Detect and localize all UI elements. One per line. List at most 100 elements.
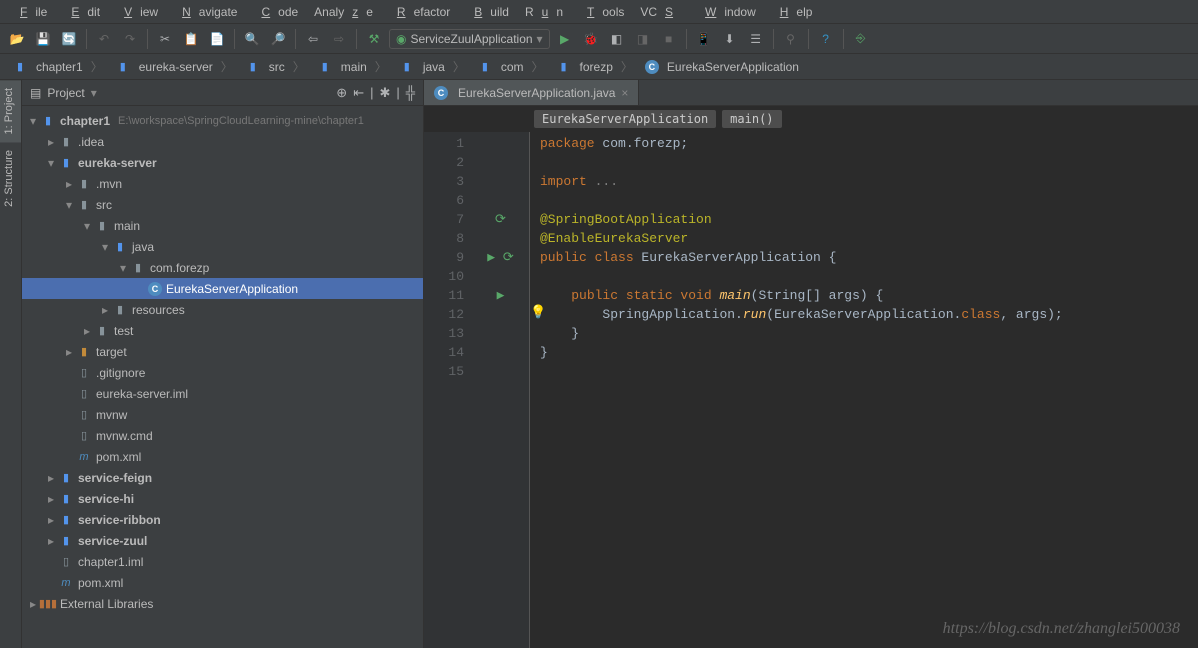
side-tab-structure[interactable]: 2: Structure [0,142,21,215]
menu-file[interactable]: File [4,3,55,21]
close-icon[interactable]: × [621,86,628,100]
tree-resources[interactable]: ▸▮resources [22,299,423,320]
replace-icon[interactable]: 🔎 [267,28,289,50]
find-icon[interactable]: 🔍 [241,28,263,50]
menu-run[interactable]: Run [517,3,571,21]
library-icon: ▮▮▮ [40,596,56,612]
module-icon: ▮ [58,512,74,528]
tree-mvnwcmd[interactable]: ▯mvnw.cmd [22,425,423,446]
code-area[interactable]: 1236789101112131415 ⟳ ▶ ⟳ ▶ package com.… [424,132,1198,648]
menu-build[interactable]: Build [458,3,517,21]
file-icon: ▯ [76,428,92,444]
copy-icon[interactable]: 📋 [180,28,202,50]
diagram-icon[interactable]: ⚲ [780,28,802,50]
menu-edit[interactable]: Edit [55,3,108,21]
tree-app-class[interactable]: CEurekaServerApplication [22,278,423,299]
back-icon[interactable]: ⇦ [302,28,324,50]
scroll-to-icon[interactable]: ⊕ [336,85,347,101]
tree-chapteriml[interactable]: ▯chapter1.iml [22,551,423,572]
separator: | [370,85,373,101]
build-icon[interactable]: ⚒ [363,28,385,50]
tree-ribbon[interactable]: ▸▮service-ribbon [22,509,423,530]
framework-icon[interactable]: ⎆ [850,28,872,50]
tree-test[interactable]: ▸▮test [22,320,423,341]
run-config-selector[interactable]: ◉ ServiceZuulApplication ▾ [389,29,550,49]
tab-eureka-app[interactable]: C EurekaServerApplication.java × [424,80,639,105]
run-gutter-icon[interactable]: ▶ ⟳ [472,248,529,267]
gear-icon[interactable]: ✱ [379,85,390,101]
separator [808,29,809,49]
help-icon[interactable]: ? [815,28,837,50]
crumb-com[interactable]: ▮com [471,56,550,77]
tree-idea[interactable]: ▸▮.idea [22,131,423,152]
open-icon[interactable]: 📂 [6,28,28,50]
paste-icon[interactable]: 📄 [206,28,228,50]
code-text[interactable]: package com.forezp; import ... @SpringBo… [530,132,1198,648]
tree-pom2[interactable]: mpom.xml [22,572,423,593]
menu-refactor[interactable]: Refactor [381,3,458,21]
menu-window[interactable]: Window [689,3,764,21]
run-gutter-icon[interactable]: ▶ [472,286,529,305]
sdk-icon[interactable]: ⬇ [719,28,741,50]
tree-main[interactable]: ▾▮main [22,215,423,236]
tree-mvn[interactable]: ▸▮.mvn [22,173,423,194]
separator [773,29,774,49]
crumb-eureka-server[interactable]: ▮eureka-server [109,56,239,77]
tree-feign[interactable]: ▸▮service-feign [22,467,423,488]
crumb-src[interactable]: ▮src [239,56,311,77]
forward-icon[interactable]: ⇨ [328,28,350,50]
menu-navigate[interactable]: Navigate [166,3,245,21]
profile-icon[interactable]: ◨ [632,28,654,50]
coverage-icon[interactable]: ◧ [606,28,628,50]
tree-pkg[interactable]: ▾▮com.forezp [22,257,423,278]
tree-pom1[interactable]: mpom.xml [22,446,423,467]
class-icon: C [148,282,162,296]
tree-hi[interactable]: ▸▮service-hi [22,488,423,509]
crumb-chapter1[interactable]: ▮chapter1 [6,56,109,77]
tree-root[interactable]: ▾▮chapter1E:\workspace\SpringCloudLearni… [22,110,423,131]
intention-bulb-icon[interactable]: 💡 [530,303,546,322]
sync-icon[interactable]: 🔄 [58,28,80,50]
tree-mvnw[interactable]: ▯mvnw [22,404,423,425]
undo-icon[interactable]: ↶ [93,28,115,50]
redo-icon[interactable]: ↷ [119,28,141,50]
structure-icon[interactable]: ☰ [745,28,767,50]
menu-help[interactable]: Help [764,3,821,21]
tree-eureka[interactable]: ▾▮eureka-server [22,152,423,173]
crumb-class[interactable]: EurekaServerApplication [534,110,716,128]
module-icon: ▮ [115,59,131,75]
crumb-forezp[interactable]: ▮forezp [550,56,639,77]
class-icon: C [434,86,448,100]
tree-java[interactable]: ▾▮java [22,236,423,257]
debug-icon[interactable]: 🐞 [580,28,602,50]
side-tab-project[interactable]: 1: Project [0,80,21,142]
crumb-java[interactable]: ▮java [393,56,471,77]
run-icon[interactable]: ▶ [554,28,576,50]
save-all-icon[interactable]: 💾 [32,28,54,50]
spring-bean-icon[interactable]: ⟳ [472,210,529,229]
tree-src[interactable]: ▾▮src [22,194,423,215]
menu-view[interactable]: View [108,3,166,21]
separator [356,29,357,49]
cut-icon[interactable]: ✂ [154,28,176,50]
tree-extlib[interactable]: ▸▮▮▮External Libraries [22,593,423,614]
hide-icon[interactable]: ╬ [406,85,415,101]
menu-code[interactable]: Code [245,3,306,21]
crumb-method[interactable]: main() [722,110,781,128]
avd-icon[interactable]: 📱 [693,28,715,50]
menu-analyze[interactable]: Analyze [306,3,381,21]
stop-icon[interactable]: ■ [658,28,680,50]
chevron-down-icon[interactable]: ▾ [91,86,97,100]
tree-gitignore[interactable]: ▯.gitignore [22,362,423,383]
tree-zuul[interactable]: ▸▮service-zuul [22,530,423,551]
crumb-main[interactable]: ▮main [311,56,393,77]
menu-vcs[interactable]: VCS [632,3,689,21]
crumb-class[interactable]: CEurekaServerApplication [639,58,813,76]
menu-tools[interactable]: Tools [571,3,632,21]
collapse-icon[interactable]: ⇤ [353,85,364,101]
tree-iml1[interactable]: ▯eureka-server.iml [22,383,423,404]
folder-icon: ▮ [58,134,74,150]
tree-target[interactable]: ▸▮target [22,341,423,362]
run-config-icon: ◉ [396,32,406,46]
class-icon: C [645,60,659,74]
